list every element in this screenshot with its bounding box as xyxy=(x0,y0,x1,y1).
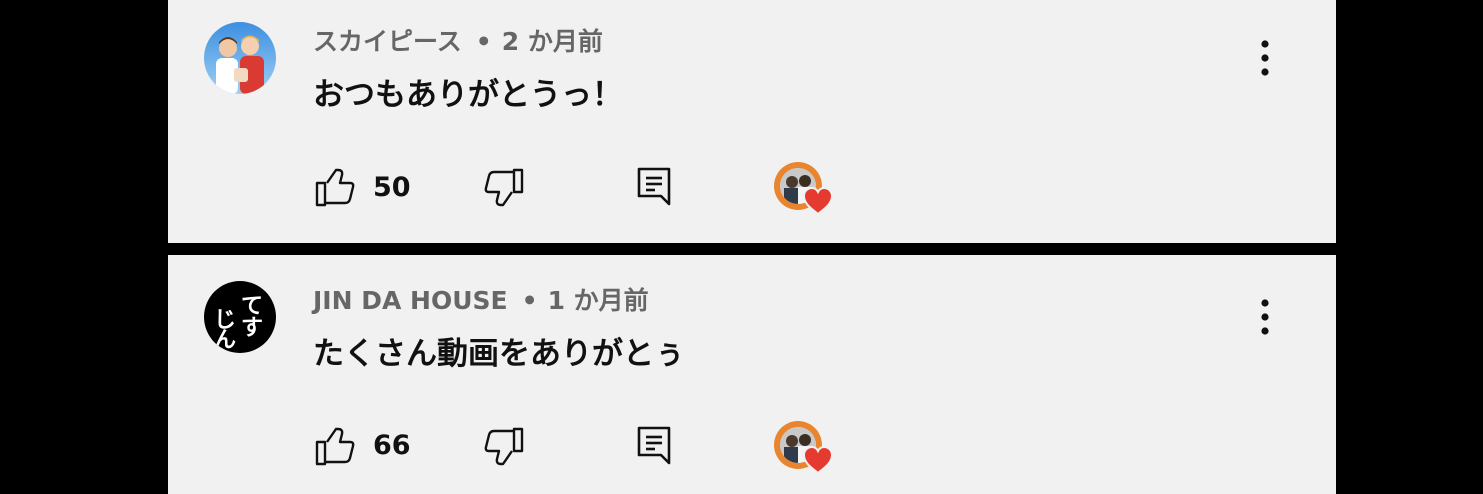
author-avatar[interactable] xyxy=(204,22,276,94)
comment-time[interactable]: 2 か月前 xyxy=(502,27,603,56)
reply-comment-icon xyxy=(636,426,672,471)
thumbs-up-icon xyxy=(314,168,356,211)
like-count: 50 xyxy=(373,172,411,203)
like-count: 66 xyxy=(373,430,411,461)
dislike-button[interactable] xyxy=(483,426,525,470)
comment-time[interactable]: 1 か月前 xyxy=(548,286,649,315)
creator-heart-badge xyxy=(772,419,836,479)
comment-meta: スカイピース • 2 か月前 xyxy=(313,27,603,57)
reply-button[interactable] xyxy=(636,166,672,212)
author-avatar[interactable]: じてんす xyxy=(204,281,276,353)
creator-heart-icon xyxy=(802,186,834,216)
meta-separator: • xyxy=(475,27,492,56)
creator-heart-icon xyxy=(802,445,834,475)
thumbs-up-icon xyxy=(314,427,356,470)
like-button[interactable] xyxy=(314,426,356,470)
comment-text: たくさん動画をありがとぅ xyxy=(313,336,685,372)
more-vertical-icon[interactable] xyxy=(1253,297,1277,337)
meta-separator: • xyxy=(521,286,538,315)
comment-card: スカイピース • 2 か月前 おつもありがとうっ！ 50 xyxy=(168,0,1336,243)
comment-meta: JIN DA HOUSE • 1 か月前 xyxy=(313,286,649,316)
thumbs-down-icon xyxy=(483,427,525,470)
author-name[interactable]: JIN DA HOUSE xyxy=(313,286,508,315)
thumbs-down-icon xyxy=(483,168,525,211)
comment-card: じてんす JIN DA HOUSE • 1 か月前 たくさん動画をありがとぅ 66 xyxy=(168,255,1336,494)
author-name[interactable]: スカイピース xyxy=(313,27,462,56)
comments-screen: スカイピース • 2 か月前 おつもありがとうっ！ 50 じてん す JIN D… xyxy=(0,0,1483,494)
comment-text: おつもありがとうっ！ xyxy=(313,77,623,113)
creator-heart-badge xyxy=(772,160,836,220)
more-vertical-icon[interactable] xyxy=(1253,38,1277,78)
reply-comment-icon xyxy=(636,167,672,212)
reply-button[interactable] xyxy=(636,425,672,471)
logo-avatar: じてんす xyxy=(204,281,276,353)
like-button[interactable] xyxy=(314,167,356,211)
dislike-button[interactable] xyxy=(483,167,525,211)
